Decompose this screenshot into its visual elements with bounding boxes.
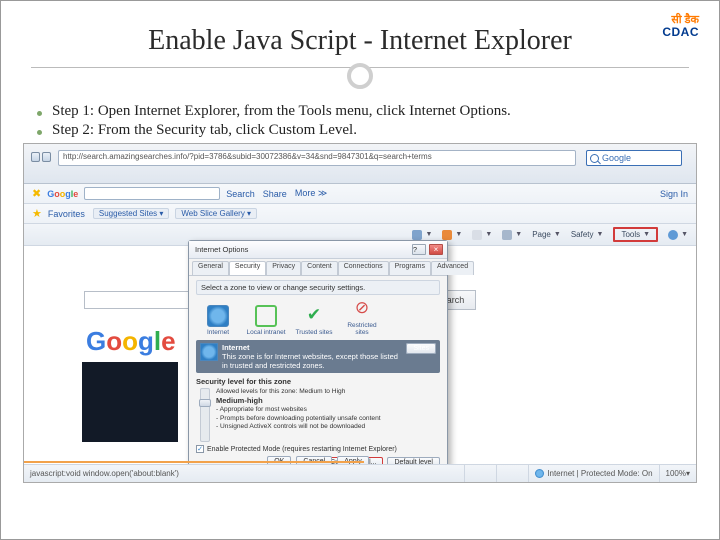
toolbar-more-button[interactable]: More ≫ [295, 188, 327, 199]
slide: सी डैक CDAC Enable Java Script - Interne… [0, 0, 720, 540]
checkbox-icon: ✓ [196, 445, 204, 453]
mail-icon [472, 230, 482, 240]
page-content: Search Google Internet Options ? × Gener… [24, 246, 696, 464]
accent-bar [24, 461, 364, 463]
security-slider[interactable] [200, 388, 210, 442]
favorites-label: Favorites [48, 209, 85, 219]
help-button[interactable]: ▼ [668, 230, 688, 240]
dialog-titlebar: Internet Options ? × [189, 241, 447, 259]
status-zoom[interactable]: 100% ▾ [659, 465, 696, 482]
zone-select-label: Select a zone to view or change security… [196, 280, 440, 295]
intranet-icon [255, 305, 277, 327]
home-button[interactable]: ▼ [412, 230, 432, 240]
sites-button[interactable]: Sites [406, 343, 436, 354]
level-description: Allowed levels for this zone: Medium to … [216, 388, 381, 442]
home-icon [412, 230, 422, 240]
ie-screenshot: http://search.amazingsearches.info/?pid=… [23, 143, 697, 483]
circle-decoration [347, 63, 373, 89]
bullet-text: Step 2: From the Security tab, click Cus… [52, 122, 357, 139]
page-menu[interactable]: Page▼ [532, 230, 561, 239]
tab-programs[interactable]: Programs [389, 261, 431, 275]
zone-restricted[interactable]: Restricted sites [342, 298, 382, 336]
globe-icon [535, 469, 544, 478]
tab-general[interactable]: General [192, 261, 229, 275]
dialog-tabs: General Security Privacy Content Connect… [189, 259, 447, 276]
ie-titlebar-row: http://search.amazingsearches.info/?pid=… [24, 144, 696, 184]
list-item: Step 2: From the Security tab, click Cus… [31, 122, 689, 139]
mail-button[interactable]: ▼ [472, 230, 492, 240]
search-box[interactable]: Google [586, 150, 682, 166]
security-panel: Select a zone to view or change security… [189, 276, 447, 483]
print-icon [502, 230, 512, 240]
tab-content[interactable]: Content [301, 261, 338, 275]
zone-internet[interactable]: Internet [198, 305, 238, 336]
internet-options-dialog: Internet Options ? × General Security Pr… [188, 240, 448, 472]
feeds-button[interactable]: ▼ [442, 230, 462, 240]
list-item: Step 1: Open Internet Explorer, from the… [31, 103, 689, 120]
tab-privacy[interactable]: Privacy [266, 261, 301, 275]
zone-description: Internet This zone is for Internet websi… [196, 340, 440, 373]
google-logo-small: Google [47, 189, 78, 199]
toolbar-search-button[interactable]: Search [226, 189, 255, 199]
bullet-list: Step 1: Open Internet Explorer, from the… [31, 103, 689, 139]
divider [1, 67, 719, 97]
x-icon[interactable]: ✖ [32, 187, 41, 200]
toolbar-share-button[interactable]: Share [263, 189, 287, 199]
help-icon [668, 230, 678, 240]
feed-icon [442, 230, 452, 240]
google-logo: Google [86, 326, 176, 357]
safety-menu[interactable]: Safety▼ [571, 230, 604, 239]
globe-icon [207, 305, 229, 327]
tab-security[interactable]: Security [229, 261, 266, 275]
zone-list: Internet Local intranet Trusted sites Re… [198, 298, 438, 336]
tab-advanced[interactable]: Advanced [431, 261, 474, 275]
search-icon [590, 154, 599, 163]
security-level-header: Security level for this zone [196, 377, 291, 386]
zone-name: Internet [222, 343, 250, 352]
star-icon[interactable]: ★ [32, 207, 42, 220]
nav-back-forward[interactable] [30, 149, 52, 167]
address-bar[interactable]: http://search.amazingsearches.info/?pid=… [58, 150, 576, 166]
blocked-icon [351, 298, 373, 320]
suggested-sites-button[interactable]: Suggested Sites ▾ [93, 208, 170, 219]
dialog-title: Internet Options [195, 245, 248, 254]
protected-mode-checkbox[interactable]: ✓ Enable Protected Mode (requires restar… [196, 445, 440, 453]
tools-menu[interactable]: Tools▼ [613, 227, 658, 242]
check-icon [303, 305, 325, 327]
favorites-bar: ★ Favorites Suggested Sites ▾ Web Slice … [24, 204, 696, 224]
window-buttons: ? × [411, 244, 443, 255]
print-button[interactable]: ▼ [502, 230, 522, 240]
status-bar: javascript:void window.open('about:blank… [24, 464, 696, 482]
zone-intranet[interactable]: Local intranet [246, 305, 286, 336]
globe-icon [200, 343, 218, 361]
toolbar-search-input[interactable] [84, 187, 220, 200]
cdac-logo: सी डैक CDAC [662, 15, 699, 38]
sign-in-link[interactable]: Sign In [660, 189, 688, 199]
bullet-text: Step 1: Open Internet Explorer, from the… [52, 103, 511, 120]
close-icon[interactable]: × [429, 244, 443, 255]
page-title: Enable Java Script - Internet Explorer [1, 25, 719, 57]
logo-english: CDAC [662, 26, 699, 38]
status-zone: Internet | Protected Mode: On [528, 465, 658, 482]
google-toolbar: ✖ Google Search Share More ≫ Sign In [24, 184, 696, 204]
dark-panel [82, 362, 178, 442]
status-text: javascript:void window.open('about:blank… [24, 469, 464, 478]
tab-connections[interactable]: Connections [338, 261, 389, 275]
help-icon[interactable]: ? [412, 244, 426, 255]
web-slice-button[interactable]: Web Slice Gallery ▾ [175, 208, 257, 219]
zone-text: This zone is for Internet websites, exce… [222, 352, 398, 370]
zone-trusted[interactable]: Trusted sites [294, 305, 334, 336]
search-engine-label: Google [602, 153, 631, 163]
